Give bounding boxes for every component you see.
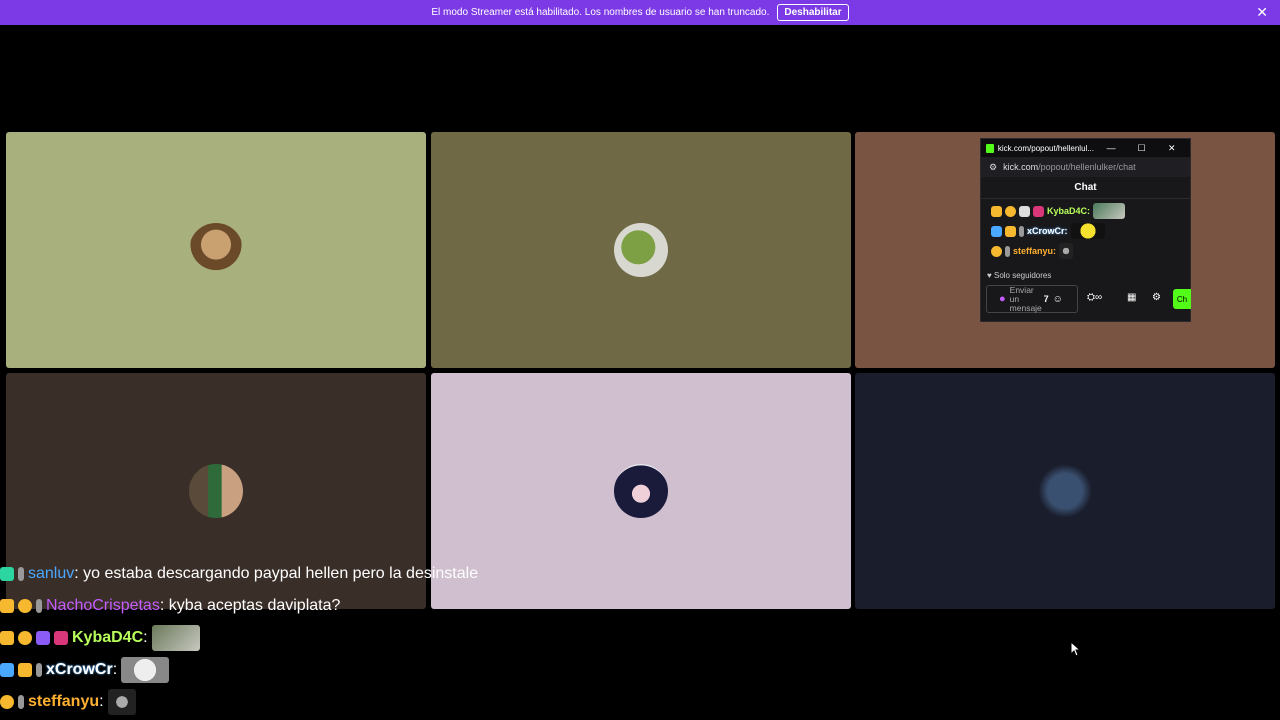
url-text: kick.com/popout/hellenlulker/chat <box>1003 162 1136 172</box>
maximize-icon[interactable]: ☐ <box>1128 143 1154 154</box>
participant-tile-2[interactable] <box>431 132 851 368</box>
participant-tile-6[interactable] <box>855 373 1275 609</box>
og-badge-icon <box>0 567 14 581</box>
overlay-chat: sanluv: yo estaba descargando paypal hel… <box>0 558 560 718</box>
7tv-emote-icon[interactable]: 7 <box>1044 294 1049 304</box>
sword-badge-icon <box>36 663 42 677</box>
one-badge-icon <box>0 695 14 709</box>
chat-username: steffanyu <box>28 693 100 710</box>
url-domain: kick.com <box>1003 162 1039 172</box>
input-placeholder: Enviar un mensaje <box>1009 285 1042 313</box>
chat-line: NachoCrispetas: kyba aceptas daviplata? <box>0 590 560 622</box>
popout-chat-message: xCrowCr: <box>981 221 1190 241</box>
chat-line: steffanyu: <box>0 686 560 718</box>
sword-badge-icon <box>18 567 24 581</box>
popout-chat-window: kick.com/popout/hellenlul... — ☐ ✕ ⚙ kic… <box>980 138 1191 322</box>
popout-window-title: kick.com/popout/hellenlul... <box>997 143 1094 153</box>
chat-text: : yo estaba descargando paypal hellen pe… <box>74 565 479 582</box>
sword-blue-badge-icon <box>991 225 1002 237</box>
sword-badge-icon <box>1005 245 1010 257</box>
7tv-badge-icon <box>54 631 68 645</box>
popout-title-bar: kick.com/popout/hellenlul... — ☐ ✕ <box>981 139 1190 157</box>
popout-chat-username: steffanyu: <box>1013 246 1057 256</box>
one-badge-icon <box>1005 205 1016 217</box>
close-window-icon[interactable]: ✕ <box>1159 143 1185 154</box>
streamer-mode-banner: El modo Streamer está habilitado. Los no… <box>0 0 1280 25</box>
one-badge-icon <box>991 245 1002 257</box>
store-icon[interactable]: ▦ <box>1127 292 1136 303</box>
url-path: /popout/hellenlulker/chat <box>1038 162 1136 172</box>
banner-close-icon[interactable]: ✕ <box>1256 4 1268 21</box>
site-settings-icon[interactable]: ⚙ <box>989 162 997 173</box>
kick-logo-icon <box>986 143 994 153</box>
chat-emote-image <box>1093 203 1126 219</box>
popout-chat-username: xCrowCr: <box>1027 226 1068 236</box>
crown-badge-icon <box>0 599 14 613</box>
7tv-badge-icon <box>1033 205 1044 217</box>
sword-blue-badge-icon <box>0 663 14 677</box>
participant-avatar-2 <box>614 223 668 277</box>
chat-emote-image <box>1059 243 1074 259</box>
chat-emote-image <box>151 625 200 651</box>
participant-avatar-5 <box>614 464 668 518</box>
popout-chat-message: KybaD4C: <box>981 201 1190 221</box>
followers-only-notice: ♥ Solo seguidores <box>987 271 1051 280</box>
crown-badge-icon <box>1005 225 1016 237</box>
chat-username: xCrowCr <box>46 661 113 678</box>
chat-text: : kyba aceptas daviplata? <box>159 597 341 614</box>
chat-text: : <box>143 629 148 646</box>
crown-badge-icon <box>18 663 32 677</box>
chat-username: sanluv <box>28 565 75 582</box>
mouse-cursor-icon <box>1070 641 1082 657</box>
one-badge-icon <box>18 599 32 613</box>
chat-username: NachoCrispetas <box>46 597 160 614</box>
sword-badge-icon <box>36 599 42 613</box>
participant-avatar-1 <box>189 223 243 277</box>
participant-avatar-6 <box>1038 464 1092 518</box>
chat-header: Chat <box>981 177 1190 199</box>
chat-emote-image <box>121 657 170 683</box>
chat-text: : <box>112 661 118 678</box>
sword-badge-icon <box>1019 225 1024 237</box>
popout-chat-username: KybaD4C: <box>1047 206 1091 216</box>
popout-chat-message: steffanyu: <box>981 241 1190 261</box>
chat-settings-icon[interactable]: ⚙ <box>1152 292 1161 303</box>
followers-only-label: Solo seguidores <box>993 271 1052 280</box>
crown-badge-icon <box>0 631 14 645</box>
participant-tile-1[interactable] <box>6 132 426 368</box>
banner-message: El modo Streamer está habilitado. Los no… <box>431 7 770 18</box>
watch-party-icon[interactable]: ⛭∞ <box>1087 292 1102 303</box>
heart-icon: ♥ <box>987 271 992 280</box>
emoji-icon[interactable]: ☺ <box>1053 294 1063 305</box>
chat-line: KybaD4C: <box>0 622 560 654</box>
chat-emote-image <box>107 689 136 715</box>
disable-streamer-mode-button[interactable]: Deshabilitar <box>777 4 849 21</box>
minimize-icon[interactable]: — <box>1098 143 1124 153</box>
one-badge-icon <box>18 631 32 645</box>
crown-badge-icon <box>991 205 1002 217</box>
send-chat-button[interactable]: Ch <box>1173 289 1191 309</box>
sword-badge-icon <box>18 695 24 709</box>
gift-badge-icon <box>1019 205 1030 217</box>
chat-message-input[interactable]: ● Enviar un mensaje 7 ☺ <box>986 285 1078 313</box>
microphone-icon[interactable]: ● <box>999 293 1006 305</box>
participant-avatar-4 <box>189 464 243 518</box>
chat-line: xCrowCr: <box>0 654 560 686</box>
chat-line: sanluv: yo estaba descargando paypal hel… <box>0 558 560 590</box>
popout-address-bar[interactable]: ⚙ kick.com/popout/hellenlulker/chat <box>981 157 1190 177</box>
gem-badge-icon <box>36 631 50 645</box>
placeholder-line-3: mensaje <box>1009 302 1042 313</box>
chat-username: KybaD4C <box>72 629 144 646</box>
chat-text: : <box>99 693 104 710</box>
chat-emote-image <box>1070 223 1105 239</box>
